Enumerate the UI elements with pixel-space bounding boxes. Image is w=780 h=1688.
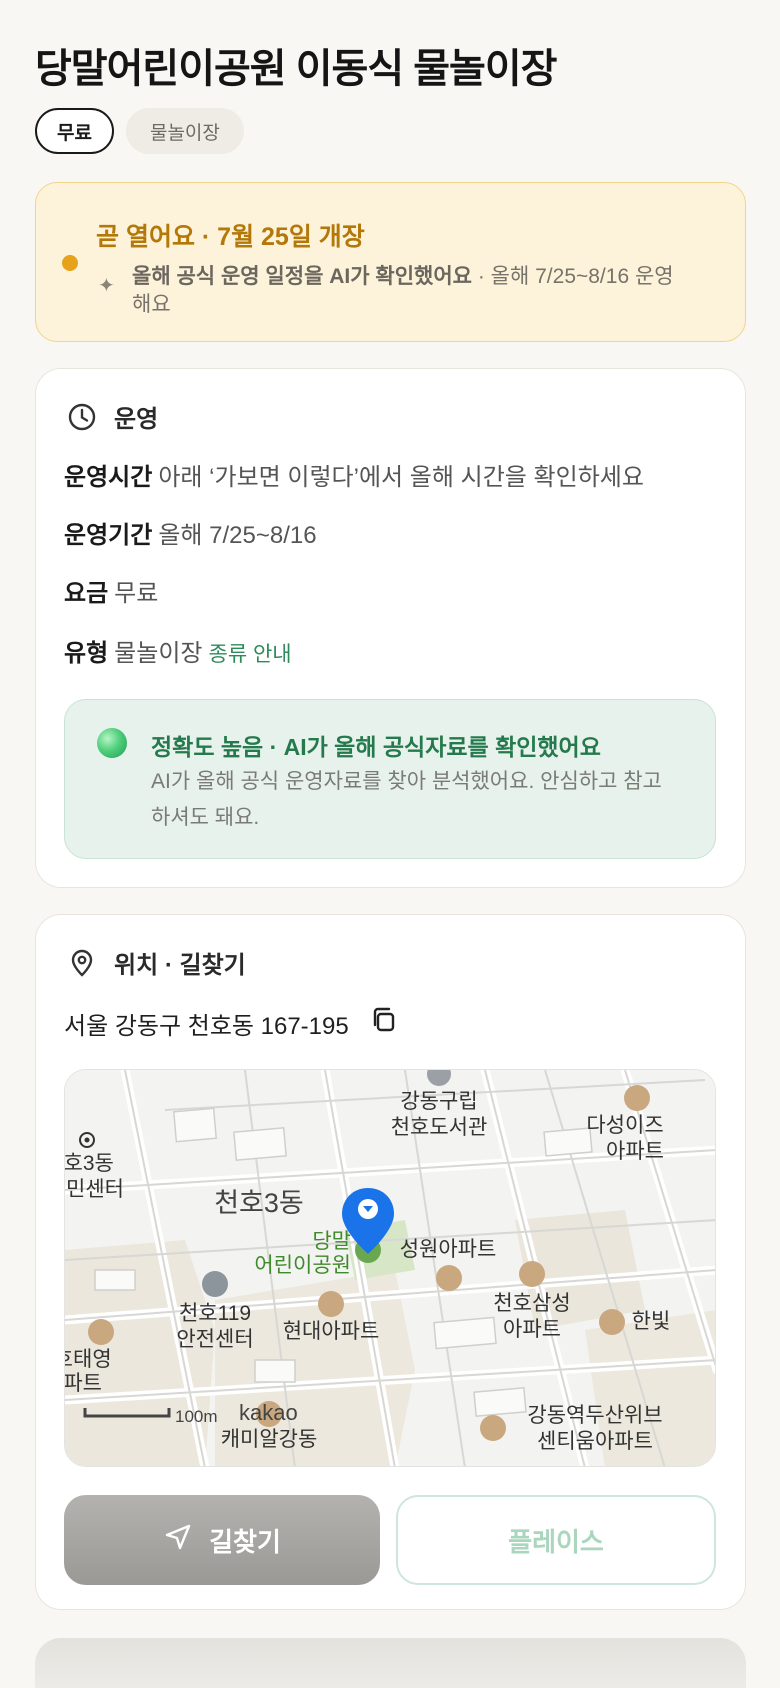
map-label: 천호3동	[65, 1152, 114, 1175]
accuracy-heading: 정확도 높음 · AI가 올해 공식자료를 확인했어요	[151, 734, 601, 760]
opening-notice: 곧 열어요 · 7월 25일 개장 ✦ 올해 공식 운영 일정을 AI가 확인했…	[35, 182, 746, 342]
map-label: 천호도서관	[391, 1116, 488, 1139]
chip-category[interactable]: 물놀이장	[125, 108, 244, 154]
map-district-label: 천호3동	[214, 1188, 304, 1218]
row-value: 아래 ‘가보면 이렇다’에서 올해 시간을 확인하세요	[158, 464, 644, 491]
map-label: 다성이즈	[586, 1114, 663, 1137]
notice-heading: 곧 열어요 · 7월 25일 개장	[96, 223, 365, 251]
page-title: 당말어린이공원 이동식 물놀이장	[35, 47, 557, 91]
info-row-fee: 요금 무료	[64, 573, 158, 608]
operation-header: 운영	[66, 399, 158, 434]
row-key: 운영시간	[64, 464, 153, 491]
map-label: 강동구립	[400, 1090, 477, 1113]
accuracy-box: 정확도 높음 · AI가 올해 공식자료를 확인했어요 AI가 올해 공식 운영…	[64, 699, 716, 859]
sparkle-icon: ✦	[98, 275, 115, 297]
map-park-label: 어린이공원	[254, 1254, 351, 1277]
address-text: 서울 강동구 천호동 167-195	[64, 1013, 349, 1040]
row-key: 운영기간	[64, 522, 153, 549]
location-pin-icon	[66, 947, 98, 979]
row-key: 유형	[64, 640, 109, 667]
chip-free[interactable]: 무료	[35, 108, 114, 154]
row-key: 요금	[64, 580, 109, 607]
operation-card: 운영 운영시간 아래 ‘가보면 이렇다’에서 올해 시간을 확인하세요 운영기간 올…	[35, 368, 746, 888]
tag-chips: 무료 물놀이장	[35, 108, 244, 154]
map-brand: kakao	[239, 1400, 298, 1425]
map-label: 센티움아파트	[537, 1430, 653, 1453]
info-row-type: 유형 물놀이장 종류 안내	[64, 633, 292, 668]
map-label: 현대아파트	[283, 1320, 380, 1343]
map-label: 안전센터	[176, 1328, 253, 1351]
map-label: 한빛	[632, 1310, 671, 1333]
row-value: 무료	[114, 580, 159, 607]
accuracy-orb-icon	[97, 728, 127, 758]
location-card: 위치 · 길찾기 서울 강동구 천호동 167-195 강동구립 천호도서관 다…	[35, 914, 746, 1610]
address-row: 서울 강동구 천호동 167-195	[64, 1005, 399, 1042]
next-card-peek	[35, 1638, 746, 1688]
map-label: 성원아파트	[400, 1238, 497, 1261]
map-view[interactable]: 강동구립 천호도서관 다성이즈 아파트 천호3동 민센터 성원아파트 천호삼성 …	[64, 1069, 716, 1467]
map-scale: 100m	[175, 1407, 218, 1426]
map-label: 강동역두산위브	[527, 1404, 662, 1427]
place-button[interactable]: 플레이스	[396, 1495, 716, 1585]
map-park-label: 당말	[312, 1230, 351, 1253]
status-dot	[62, 255, 78, 271]
row-value: 물놀이장	[114, 640, 203, 667]
row-value: 올해 7/25~8/16	[158, 522, 317, 549]
notice-sub-bold: 올해 공식 운영 일정을 AI가 확인했어요	[132, 265, 472, 288]
info-row-period: 운영기간 올해 7/25~8/16	[64, 515, 317, 550]
operation-title: 운영	[114, 406, 159, 433]
map-label: 아파트	[503, 1318, 561, 1341]
notice-subtext: 올해 공식 운영 일정을 AI가 확인했어요 · 올해 7/25~8/16 운영…	[132, 263, 692, 319]
location-header: 위치 · 길찾기	[66, 945, 246, 980]
info-row-hours: 운영시간 아래 ‘가보면 이렇다’에서 올해 시간을 확인하세요	[64, 457, 644, 492]
navigate-label: 길찾기	[209, 1526, 281, 1557]
map-label: 천호태영	[65, 1348, 112, 1371]
map-label: 천호삼성	[493, 1292, 570, 1315]
place-label: 플레이스	[508, 1526, 604, 1557]
clock-icon	[66, 401, 98, 433]
map-label: 아파트	[65, 1372, 102, 1395]
type-guide-link[interactable]: 종류 안내	[209, 643, 292, 666]
send-arrow-icon	[163, 1522, 193, 1559]
map-label: 민센터	[66, 1178, 124, 1201]
map-label: 아파트	[606, 1140, 664, 1163]
copy-icon[interactable]	[369, 1005, 399, 1042]
location-title: 위치 · 길찾기	[114, 952, 246, 979]
navigate-button[interactable]: 길찾기	[64, 1495, 380, 1585]
accuracy-body: AI가 올해 공식 운영자료를 찾아 분석했어요. 안심하고 참고하셔도 돼요.	[151, 770, 662, 829]
map-label: 천호119	[179, 1302, 251, 1325]
map-label: 캐미알강동	[221, 1428, 318, 1451]
detail-page: 당말어린이공원 이동식 물놀이장 무료 물놀이장 곧 열어요 · 7월 25일 …	[0, 0, 780, 1688]
